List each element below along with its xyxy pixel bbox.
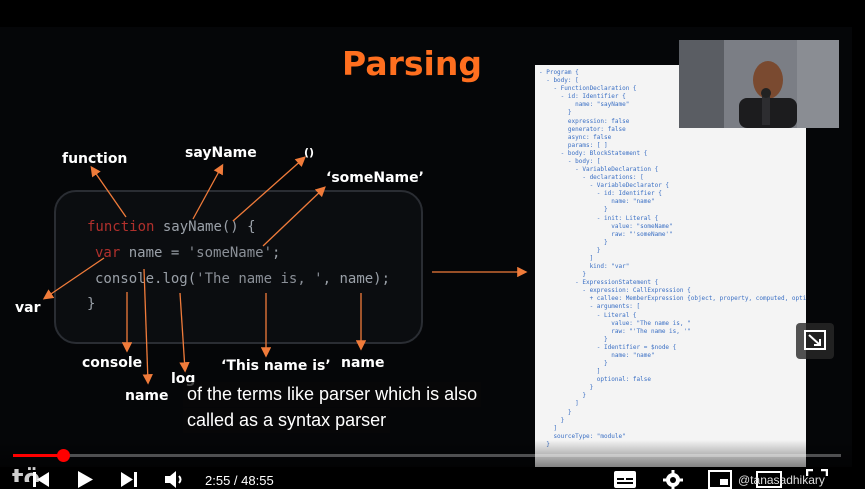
volume-icon[interactable] bbox=[163, 470, 185, 489]
ast-line: } bbox=[539, 392, 586, 400]
arrow-sayname bbox=[192, 163, 224, 220]
ast-line: value: "someName" bbox=[539, 222, 673, 230]
ast-line: - VariableDeclaration { bbox=[539, 166, 659, 174]
label-name-lower: name bbox=[125, 388, 169, 404]
subtitles-icon[interactable] bbox=[613, 470, 637, 489]
arrow-parens bbox=[232, 156, 306, 222]
pip-icon bbox=[804, 330, 826, 350]
ast-line: } bbox=[539, 408, 572, 416]
progress-played bbox=[13, 454, 63, 457]
subtitles: of the terms like parser which is also c… bbox=[183, 382, 543, 433]
ast-line: - Identifier = $node { bbox=[539, 343, 677, 351]
arrow-function bbox=[90, 165, 127, 218]
ast-line: - VariableDeclarator { bbox=[539, 182, 670, 190]
ast-line: } bbox=[539, 246, 601, 254]
ast-line: - body: BlockStatement { bbox=[539, 149, 648, 157]
ast-line: } bbox=[539, 238, 608, 246]
label-parens: () bbox=[304, 146, 315, 159]
ast-line: } bbox=[539, 271, 586, 279]
ast-line: name: "name" bbox=[539, 198, 655, 206]
ast-line: - arguments: [ bbox=[539, 303, 641, 311]
ast-line: - body: [ bbox=[539, 157, 601, 165]
play-icon[interactable] bbox=[75, 470, 95, 489]
ast-line: + callee: MemberExpression {object, prop… bbox=[539, 295, 806, 303]
ast-line: expression: false bbox=[539, 117, 630, 125]
progress-scrubber[interactable] bbox=[57, 449, 70, 462]
ast-line: name: "name" bbox=[539, 351, 655, 359]
ast-line: kind: "var" bbox=[539, 263, 630, 271]
ast-line: - declarations: [ bbox=[539, 174, 644, 182]
subtitle-line-2: called as a syntax parser bbox=[183, 408, 391, 433]
ast-line: optional: false bbox=[539, 376, 651, 384]
ast-line: - expression: CallExpression { bbox=[539, 287, 691, 295]
ast-line: - id: Identifier { bbox=[539, 190, 662, 198]
ast-line: generator: false bbox=[539, 125, 626, 133]
previous-icon[interactable] bbox=[30, 470, 52, 489]
subtitle-line-1: of the terms like parser which is also bbox=[183, 382, 482, 407]
label-sayname: sayName bbox=[185, 145, 257, 161]
ast-line: params: [ ] bbox=[539, 141, 608, 149]
ast-line: name: "sayName" bbox=[539, 101, 630, 109]
label-name-right: name bbox=[341, 355, 385, 371]
ast-line: async: false bbox=[539, 133, 612, 141]
ast-line: } bbox=[539, 335, 608, 343]
ast-line: raw: "'The name is, '" bbox=[539, 327, 691, 335]
miniplayer-icon[interactable] bbox=[708, 470, 732, 489]
ast-line: } bbox=[539, 360, 608, 368]
arrow-somename bbox=[262, 186, 326, 247]
progress-bar[interactable] bbox=[13, 454, 841, 457]
ast-line: - ExpressionStatement { bbox=[539, 279, 659, 287]
ast-line: raw: "'someName'" bbox=[539, 230, 673, 238]
ast-line: - init: Literal { bbox=[539, 214, 659, 222]
channel-watermark: @tanasadhikary bbox=[738, 473, 825, 487]
label-somename: ‘someName’ bbox=[326, 170, 424, 186]
arrow-var bbox=[42, 257, 105, 300]
ast-line: ] bbox=[539, 254, 594, 262]
ast-line: } bbox=[539, 109, 572, 117]
label-var: var bbox=[15, 300, 41, 316]
presenter-image bbox=[679, 40, 839, 128]
arrow-log bbox=[179, 292, 190, 373]
pip-button[interactable] bbox=[796, 323, 834, 359]
ast-line: } bbox=[539, 384, 594, 392]
ast-line: ] bbox=[539, 400, 579, 408]
webcam-overlay bbox=[679, 40, 839, 128]
next-icon[interactable] bbox=[118, 470, 140, 489]
ast-line: - FunctionDeclaration { bbox=[539, 85, 637, 93]
settings-icon[interactable] bbox=[662, 469, 684, 489]
label-function: function bbox=[62, 151, 128, 167]
label-this-name-is: ‘This name is’ bbox=[221, 358, 331, 374]
ast-line: sourceType: "module" bbox=[539, 432, 626, 440]
arrow-name-lower bbox=[142, 268, 153, 385]
ast-line: - Program { bbox=[539, 69, 579, 76]
ast-line: - id: Identifier { bbox=[539, 93, 626, 101]
ast-line: - body: [ bbox=[539, 77, 579, 85]
ast-line: } bbox=[539, 206, 608, 214]
label-console: console bbox=[82, 355, 143, 371]
ast-line: value: "The name is, " bbox=[539, 319, 691, 327]
ast-line: - Literal { bbox=[539, 311, 637, 319]
ast-line: ] bbox=[539, 368, 601, 376]
time-display: 2:55 / 48:55 bbox=[205, 473, 274, 488]
video-player[interactable]: Parsing function sayName() { var name = … bbox=[0, 0, 865, 489]
